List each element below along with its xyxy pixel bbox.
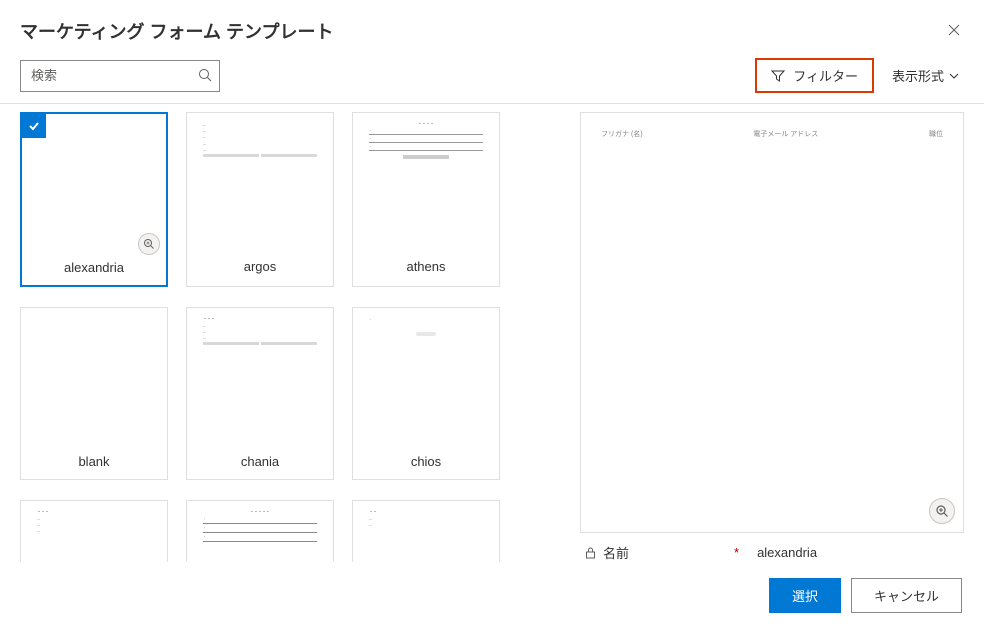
template-card-chios[interactable]: ・chios	[352, 307, 500, 480]
template-name: chios	[353, 448, 499, 479]
filter-button[interactable]: フィルター	[755, 58, 874, 93]
template-card-argos[interactable]: —————argos	[186, 112, 334, 287]
preview-panel: フリガナ (名) 電子メール アドレス 職位	[580, 112, 964, 533]
template-card-blank[interactable]: blank	[20, 307, 168, 480]
search-icon	[198, 68, 212, 85]
template-card-row8[interactable]: ・・——	[352, 500, 500, 562]
view-format-button[interactable]: 表示形式	[888, 60, 964, 91]
template-card-athens[interactable]: ・・・・・・・athens	[352, 112, 500, 287]
search-input[interactable]	[20, 60, 220, 92]
preview-zoom-button[interactable]	[929, 498, 955, 524]
chevron-down-icon	[948, 70, 960, 82]
close-button[interactable]	[944, 19, 964, 43]
meta-label-name: 名前	[603, 543, 629, 562]
template-thumbnail: ・・・・・・・・	[187, 501, 333, 562]
template-thumbnail: —————	[187, 113, 333, 253]
close-icon	[948, 24, 960, 36]
template-thumbnail: ・・——	[353, 501, 499, 562]
search-field[interactable]	[20, 60, 220, 92]
template-name: argos	[187, 253, 333, 284]
template-name: athens	[353, 253, 499, 284]
template-name: chania	[187, 448, 333, 479]
zoom-icon	[935, 504, 949, 518]
cancel-button[interactable]: キャンセル	[851, 578, 962, 613]
dialog-title: マーケティング フォーム テンプレート	[20, 18, 333, 44]
preview-col-3: 職位	[929, 129, 943, 139]
template-thumbnail: ・・・———	[187, 308, 333, 448]
template-gallery[interactable]: alexandria—————argos・・・・・・・athensblank・・…	[20, 112, 562, 562]
lock-icon	[584, 546, 597, 559]
meta-value-name: alexandria	[757, 545, 817, 560]
template-thumbnail	[21, 308, 167, 448]
template-card-row7[interactable]: ・・・・・・・・	[186, 500, 334, 562]
template-name: alexandria	[22, 254, 166, 285]
template-name: blank	[21, 448, 167, 479]
zoom-icon	[143, 238, 155, 250]
preview-col-2: 電子メール アドレス	[753, 129, 818, 139]
filter-label: フィルター	[793, 66, 858, 85]
required-mark: *	[734, 545, 739, 560]
template-thumbnail: ・・・・・・・	[353, 113, 499, 253]
preview-col-1: フリガナ (名)	[601, 129, 643, 139]
template-card-alexandria[interactable]: alexandria	[20, 112, 168, 287]
card-zoom-button[interactable]	[138, 233, 160, 255]
template-thumbnail: ・	[353, 308, 499, 448]
divider	[0, 103, 984, 104]
template-card-chania[interactable]: ・・・———chania	[186, 307, 334, 480]
view-format-label: 表示形式	[892, 66, 944, 85]
template-card-row6[interactable]: ・・・———	[20, 500, 168, 562]
template-thumbnail: ・・・———	[21, 501, 167, 562]
filter-icon	[771, 69, 785, 83]
select-button[interactable]: 選択	[769, 578, 841, 613]
selected-check-icon	[22, 114, 46, 138]
